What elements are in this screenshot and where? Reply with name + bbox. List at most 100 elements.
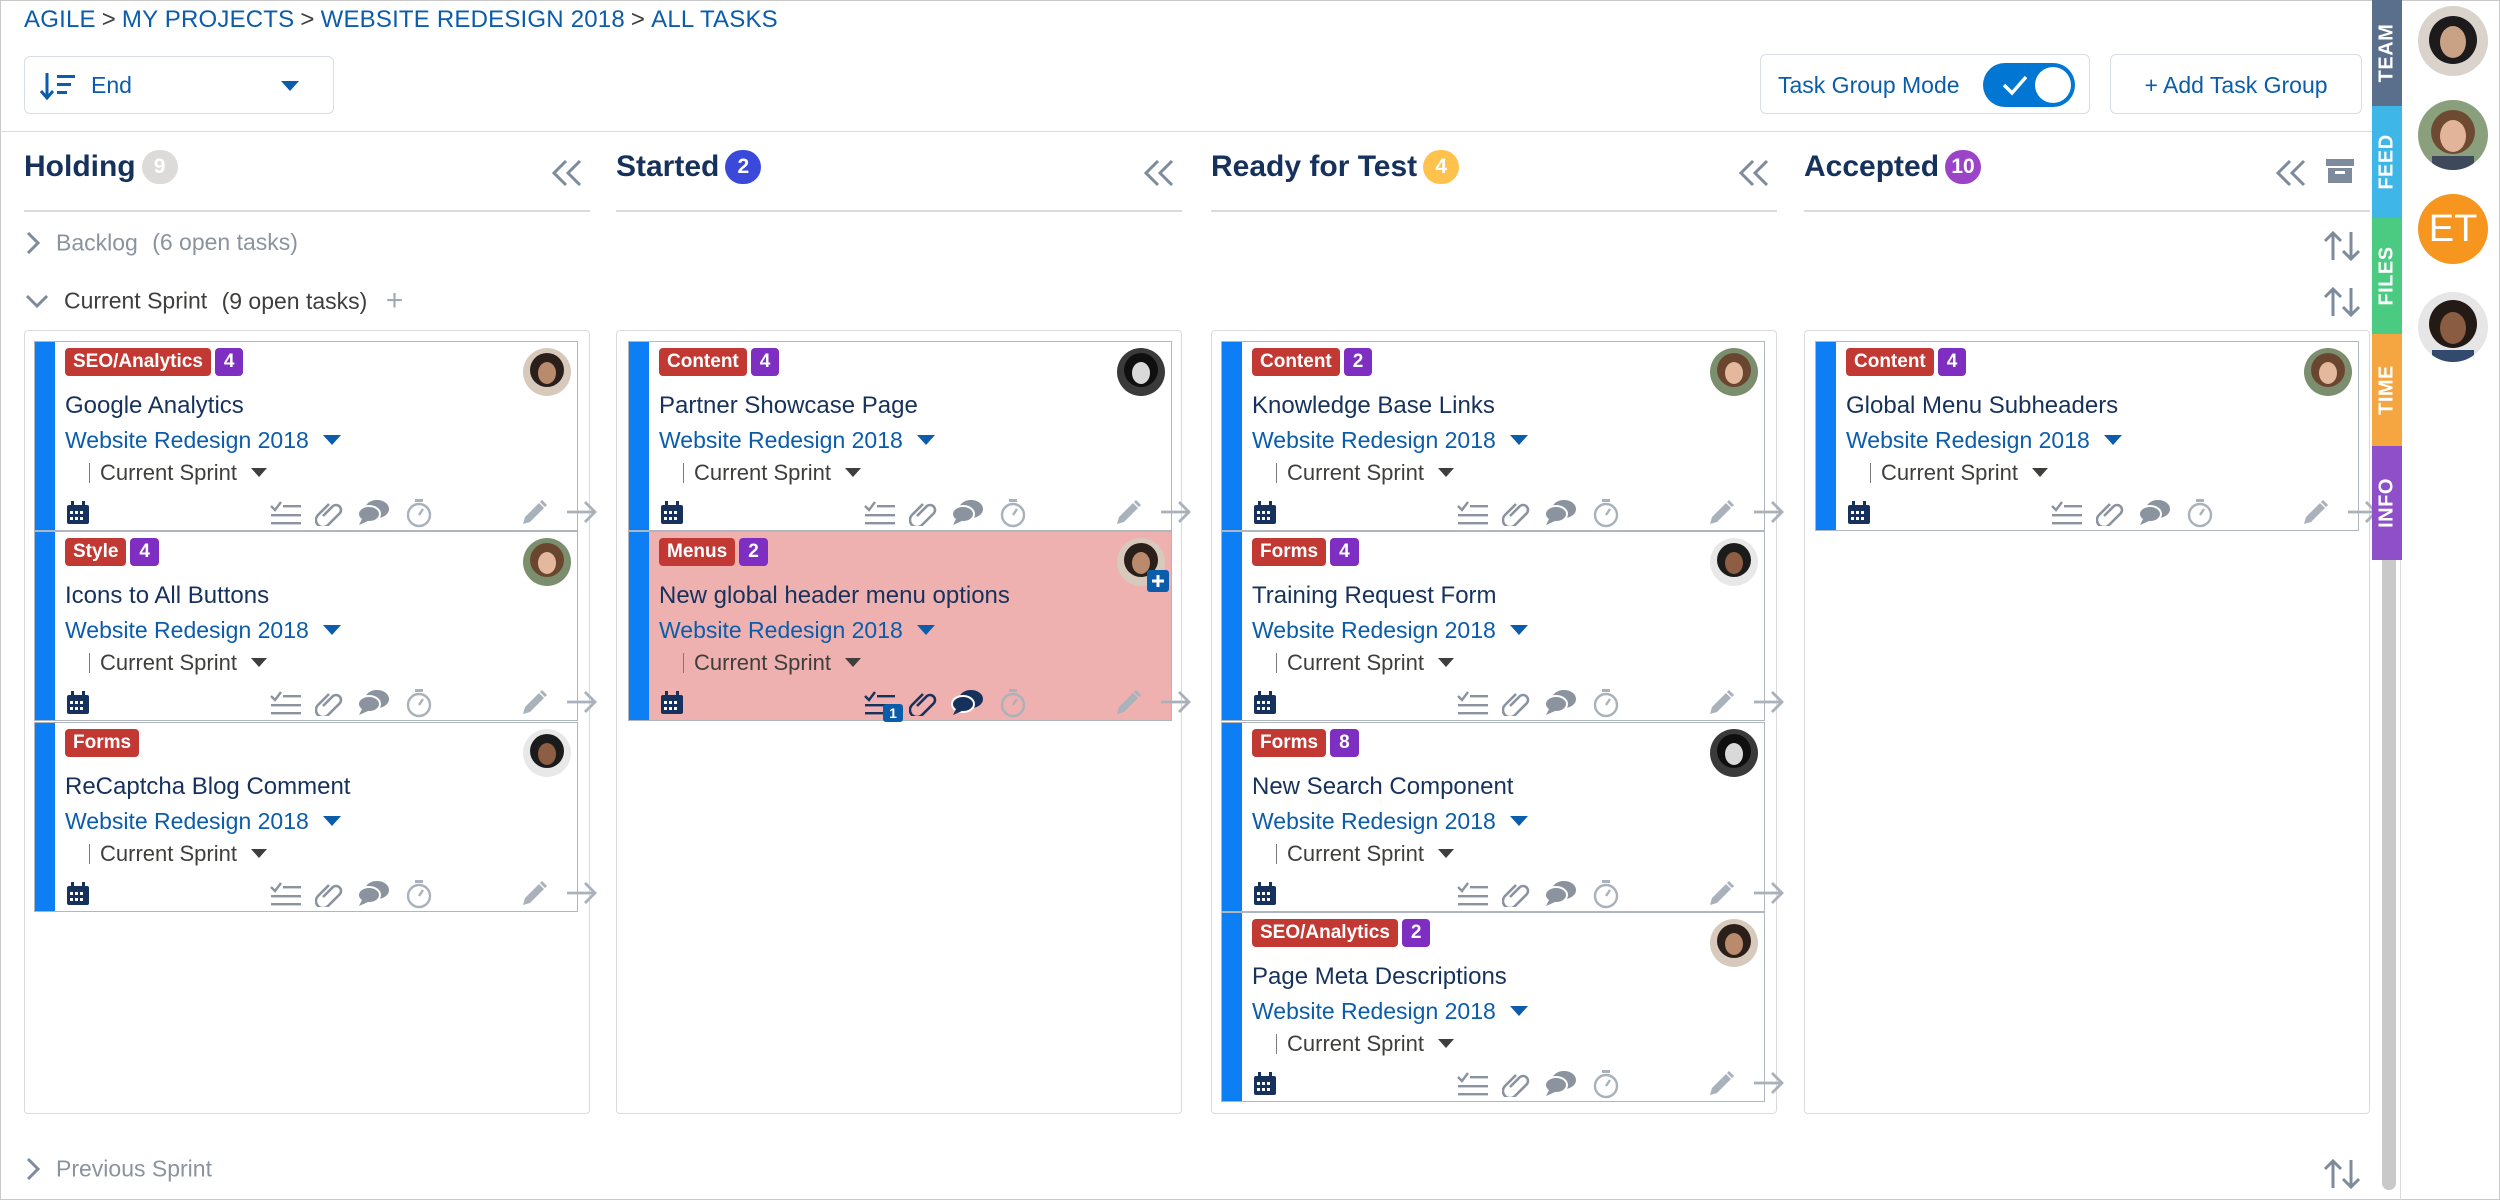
attachment-icon[interactable] — [909, 688, 939, 716]
avatar[interactable] — [2418, 292, 2488, 362]
task-title[interactable]: Page Meta Descriptions — [1252, 963, 1507, 991]
category-tag[interactable]: SEO/Analytics — [1252, 919, 1398, 947]
add-task-group-button[interactable]: + Add Task Group — [2110, 54, 2362, 114]
archive-icon[interactable] — [2324, 156, 2356, 186]
add-follower-icon[interactable] — [1147, 570, 1169, 592]
task-card[interactable]: Content 2 Knowledge Base Links Website Rede… — [1221, 341, 1784, 531]
sprint-dropdown[interactable]: Current Sprint — [1276, 650, 1454, 676]
task-card[interactable]: Content 4 Partner Showcase Page Website Red… — [628, 341, 1191, 531]
project-dropdown[interactable]: Website Redesign 2018 — [1252, 427, 1528, 454]
attachment-icon[interactable] — [2096, 498, 2126, 526]
breadcrumb-project[interactable]: WEBSITE REDESIGN 2018 — [321, 6, 625, 33]
task-card[interactable]: SEO/Analytics 2 Page Meta Descriptions Webs… — [1221, 912, 1784, 1102]
category-tag[interactable]: Forms — [65, 729, 140, 757]
calendar-icon[interactable] — [1252, 690, 1278, 716]
edit-pencil-icon[interactable] — [2300, 498, 2330, 528]
subtasks-icon[interactable] — [1456, 879, 1490, 907]
side-tab-feed[interactable]: FEED — [2372, 106, 2402, 218]
edit-pencil-icon[interactable] — [519, 879, 549, 909]
attachment-icon[interactable] — [1502, 688, 1532, 716]
sort-dropdown[interactable]: End — [24, 56, 334, 114]
timer-icon[interactable] — [1592, 1069, 1620, 1099]
avatar[interactable] — [2418, 100, 2488, 170]
task-group-mode-toggle[interactable] — [1983, 63, 2075, 107]
task-card[interactable]: Forms 4 Training Request Form Website Redes… — [1221, 531, 1784, 721]
task-title[interactable]: New Search Component — [1252, 773, 1513, 801]
comments-icon[interactable] — [2138, 498, 2172, 526]
timer-icon[interactable] — [999, 688, 1027, 718]
project-dropdown[interactable]: Website Redesign 2018 — [1846, 427, 2122, 454]
calendar-icon[interactable] — [659, 500, 685, 526]
category-tag[interactable]: Forms — [1252, 538, 1327, 566]
task-card[interactable]: SEO/Analytics 4 Google Analytics Website Re… — [34, 341, 597, 531]
calendar-icon[interactable] — [1252, 881, 1278, 907]
task-card[interactable]: Menus 2 New global header menu options Webs… — [628, 531, 1191, 722]
attachment-icon[interactable] — [315, 688, 345, 716]
subtasks-icon[interactable] — [269, 879, 303, 907]
subtasks-icon[interactable] — [269, 688, 303, 716]
sprint-dropdown[interactable]: Current Sprint — [1870, 460, 2048, 486]
comments-icon[interactable] — [951, 498, 985, 526]
move-arrow-icon[interactable] — [1752, 498, 1786, 526]
comments-icon[interactable] — [357, 498, 391, 526]
sprint-dropdown[interactable]: Current Sprint — [89, 460, 267, 486]
task-title[interactable]: New global header menu options — [659, 582, 1010, 610]
subtasks-icon[interactable] — [1456, 688, 1490, 716]
project-dropdown[interactable]: Website Redesign 2018 — [659, 617, 935, 644]
category-tag[interactable]: Content — [1846, 348, 1934, 376]
breadcrumb-all-tasks[interactable]: ALL TASKS — [651, 6, 778, 33]
edit-pencil-icon[interactable] — [519, 688, 549, 718]
calendar-icon[interactable] — [65, 690, 91, 716]
sprint-dropdown[interactable]: Current Sprint — [1276, 1031, 1454, 1057]
attachment-icon[interactable] — [909, 498, 939, 526]
subtasks-icon[interactable] — [863, 498, 897, 526]
sort-toggle-icon[interactable] — [2322, 1158, 2364, 1190]
project-dropdown[interactable]: Website Redesign 2018 — [659, 427, 935, 454]
task-card[interactable]: Style 4 Icons to All Buttons Website Redesi… — [34, 531, 597, 721]
sprint-dropdown[interactable]: Current Sprint — [1276, 841, 1454, 867]
subtasks-icon[interactable] — [2050, 498, 2084, 526]
project-dropdown[interactable]: Website Redesign 2018 — [65, 617, 341, 644]
move-arrow-icon[interactable] — [565, 879, 599, 907]
side-tab-team[interactable]: TEAM — [2372, 0, 2402, 106]
category-tag[interactable]: Forms — [1252, 729, 1327, 757]
attachment-icon[interactable] — [1502, 879, 1532, 907]
category-tag[interactable]: SEO/Analytics — [65, 348, 211, 376]
project-dropdown[interactable]: Website Redesign 2018 — [1252, 617, 1528, 644]
calendar-icon[interactable] — [65, 881, 91, 907]
task-title[interactable]: Partner Showcase Page — [659, 392, 918, 420]
move-arrow-icon[interactable] — [1752, 688, 1786, 716]
timer-icon[interactable] — [1592, 498, 1620, 528]
timer-icon[interactable] — [405, 688, 433, 718]
category-tag[interactable]: Content — [659, 348, 747, 376]
sort-toggle-icon[interactable] — [2322, 230, 2364, 262]
sprint-dropdown[interactable]: Current Sprint — [683, 650, 861, 676]
move-arrow-icon[interactable] — [1159, 688, 1193, 716]
subtasks-icon[interactable] — [1456, 498, 1490, 526]
project-dropdown[interactable]: Website Redesign 2018 — [65, 808, 341, 835]
side-tab-time[interactable]: TIME — [2372, 334, 2402, 446]
task-title[interactable]: Google Analytics — [65, 392, 244, 420]
edit-pencil-icon[interactable] — [1113, 688, 1143, 718]
timer-icon[interactable] — [2186, 498, 2214, 528]
comments-icon[interactable] — [1544, 1069, 1578, 1097]
assignee-avatar[interactable] — [1710, 348, 1758, 396]
calendar-icon[interactable] — [65, 500, 91, 526]
task-card[interactable]: Forms ReCaptcha Blog Comment Website Redes… — [34, 722, 597, 912]
task-title[interactable]: Training Request Form — [1252, 582, 1497, 610]
edit-pencil-icon[interactable] — [519, 498, 549, 528]
sprint-dropdown[interactable]: Current Sprint — [683, 460, 861, 486]
move-arrow-icon[interactable] — [1752, 879, 1786, 907]
side-tab-files[interactable]: FILES — [2372, 218, 2402, 334]
collapse-left-icon[interactable] — [1142, 158, 1176, 188]
add-task-plus-icon[interactable]: + — [386, 284, 404, 317]
breadcrumb-agile[interactable]: AGILE — [24, 6, 96, 33]
calendar-icon[interactable] — [1252, 500, 1278, 526]
subtasks-icon[interactable] — [1456, 1069, 1490, 1097]
sprint-dropdown[interactable]: Current Sprint — [89, 841, 267, 867]
assignee-avatar[interactable] — [523, 729, 571, 777]
task-card[interactable]: Forms 8 New Search Component Website Redesi… — [1221, 722, 1784, 912]
comments-icon[interactable] — [357, 688, 391, 716]
task-title[interactable]: Global Menu Subheaders — [1846, 392, 2118, 420]
edit-pencil-icon[interactable] — [1706, 688, 1736, 718]
